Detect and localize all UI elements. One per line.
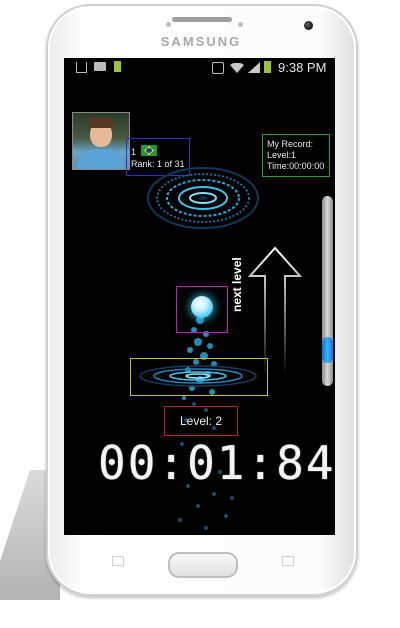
game-timer: 00:01:84 (98, 436, 335, 490)
earpiece-speaker (172, 17, 232, 22)
game-screen[interactable]: 9:38 PM 1 Rank: 1 of 31 My Record: Level… (64, 58, 335, 535)
front-camera (304, 21, 313, 30)
sensor (238, 22, 243, 27)
sensor (166, 22, 171, 27)
back-button[interactable] (282, 556, 294, 566)
level-label: Level: 2 (164, 406, 238, 436)
home-button[interactable] (168, 552, 238, 578)
player-orb-box (176, 286, 228, 333)
recent-apps-button[interactable] (112, 556, 124, 566)
brand-logo: SAMSUNG (160, 34, 242, 49)
player-orb[interactable] (191, 296, 213, 318)
portal-bottom-box (130, 358, 268, 396)
